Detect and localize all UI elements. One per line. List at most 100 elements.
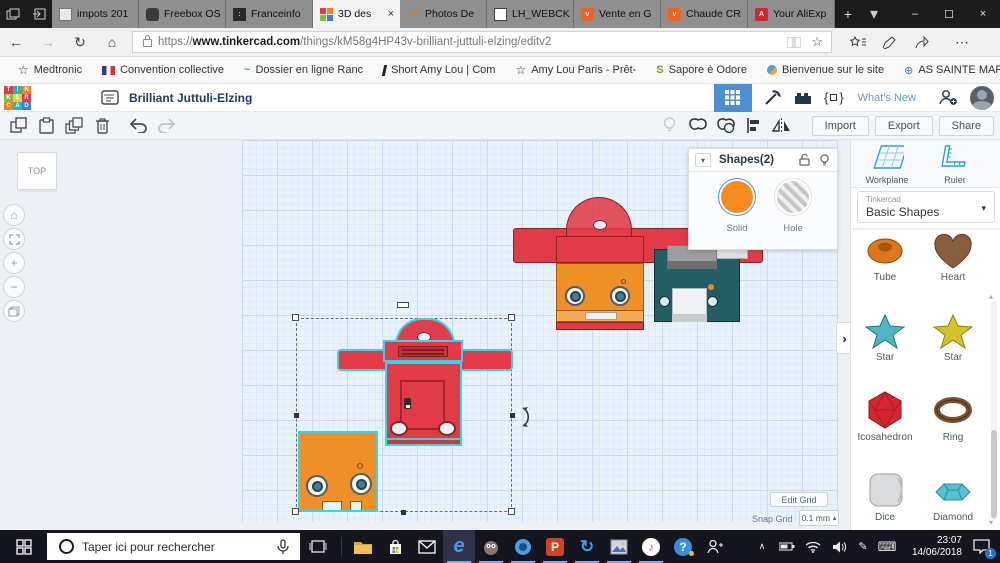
- bookmark-sapore[interactable]: SSapore è Odore: [656, 64, 747, 76]
- export-button[interactable]: Export: [875, 116, 933, 136]
- tab-preview-icon[interactable]: [26, 0, 52, 28]
- reading-view-icon[interactable]: [787, 37, 801, 48]
- shape-star-yellow[interactable]: Star: [923, 312, 983, 363]
- tab-lh-webck[interactable]: LH_WEBCK: [487, 0, 574, 28]
- scale-handle-nw[interactable]: [292, 314, 299, 321]
- bookmark-amy-lou[interactable]: ☆Amy Lou Paris - Prêt-: [515, 63, 636, 77]
- invite-person-icon[interactable]: [938, 89, 958, 106]
- fit-view-button[interactable]: [3, 228, 25, 250]
- share-icon[interactable]: [914, 36, 946, 49]
- tab-aliexpress[interactable]: AYour AliExp: [748, 0, 835, 28]
- minimize-button[interactable]: –: [898, 0, 932, 28]
- tab-vente[interactable]: vVente en G: [574, 0, 661, 28]
- selected-red-body[interactable]: [385, 362, 462, 446]
- solid-option[interactable]: Solid: [717, 181, 757, 234]
- settings-more-icon[interactable]: ⋯: [946, 34, 978, 51]
- help-icon[interactable]: ?: [667, 530, 699, 563]
- volume-icon[interactable]: [826, 530, 852, 563]
- whats-new-link[interactable]: What's New: [858, 92, 916, 104]
- scale-handle-s[interactable]: [401, 510, 406, 515]
- properties-icon[interactable]: [101, 90, 119, 105]
- undo-button[interactable]: [124, 118, 152, 133]
- align-button[interactable]: [740, 117, 768, 134]
- snap-grid-dropdown[interactable]: 0.1 mm▴: [799, 510, 839, 526]
- rotate-handle[interactable]: [520, 406, 536, 428]
- tab-close-icon[interactable]: ×: [388, 8, 394, 20]
- back-button[interactable]: ←: [0, 34, 32, 50]
- duplicate-button[interactable]: [60, 117, 88, 134]
- scale-handle-se[interactable]: [508, 508, 515, 515]
- touch-keyboard-icon[interactable]: ⌨: [874, 530, 900, 563]
- flip-mirror-button[interactable]: [768, 118, 796, 134]
- shape-library-dropdown[interactable]: Tinkercad Basic Shapes ▾: [857, 191, 995, 223]
- bookmark-medtronic[interactable]: ☆Medtronic: [18, 63, 82, 77]
- favorite-star-icon[interactable]: ☆: [811, 34, 823, 50]
- import-button[interactable]: Import: [812, 116, 869, 136]
- shape-star-teal[interactable]: Star: [855, 312, 915, 363]
- action-center-icon[interactable]: 1: [962, 530, 1000, 563]
- people-icon[interactable]: [699, 530, 731, 563]
- tinkercad-logo[interactable]: TIN KER CAD: [4, 86, 31, 110]
- scrollbar-thumb[interactable]: [991, 430, 997, 518]
- unlock-icon[interactable]: [799, 154, 810, 166]
- address-bar[interactable]: https://www.tinkercad.com/things/kM58g4H…: [132, 31, 832, 53]
- photo-viewer-icon[interactable]: [603, 530, 635, 563]
- tab-freebox[interactable]: Freebox OS: [139, 0, 226, 28]
- delete-button[interactable]: [88, 117, 116, 134]
- selected-orange-box[interactable]: [298, 431, 378, 512]
- set-tabs-aside-icon[interactable]: [0, 0, 26, 28]
- search-box[interactable]: Taper ici pour rechercher: [47, 533, 300, 560]
- view-cube[interactable]: TOP: [17, 152, 57, 190]
- scale-handle-sw[interactable]: [292, 508, 299, 515]
- bookmark-convention[interactable]: Convention collective: [102, 64, 224, 76]
- model-red-band[interactable]: [556, 236, 644, 263]
- powerpoint-icon[interactable]: P: [539, 530, 571, 563]
- tab-franceinfo[interactable]: :Franceinfo: [226, 0, 313, 28]
- file-explorer-icon[interactable]: [347, 530, 379, 563]
- panel-collapse-caret[interactable]: ▾: [695, 153, 711, 167]
- tab-3d-design-active[interactable]: 3D des ×: [313, 0, 400, 28]
- copy-button[interactable]: [4, 117, 32, 134]
- height-handle[interactable]: [397, 302, 409, 308]
- codeblocks-icon[interactable]: {}: [824, 90, 844, 105]
- avatar[interactable]: [970, 86, 994, 110]
- tab-impots[interactable]: impots 201: [52, 0, 139, 28]
- scale-handle-e[interactable]: [510, 413, 515, 418]
- bookmark-short-amy[interactable]: Short Amy Lou | Com: [383, 64, 495, 76]
- view-home-button[interactable]: ⌂: [3, 204, 25, 226]
- annotate-icon[interactable]: [882, 36, 914, 49]
- refresh-button[interactable]: ↻: [64, 34, 96, 51]
- model-orange-body[interactable]: [556, 263, 644, 322]
- clock[interactable]: 23:07 14/06/2018: [900, 535, 962, 559]
- minecraft-pickaxe-icon[interactable]: [764, 89, 782, 106]
- edit-grid-button[interactable]: Edit Grid: [770, 492, 828, 507]
- ungroup-button[interactable]: [712, 117, 740, 134]
- dashboard-grid-button[interactable]: [714, 84, 752, 112]
- hidden-icons-chevron[interactable]: ∧: [750, 530, 774, 563]
- shape-icosahedron[interactable]: Icosahedron: [855, 390, 915, 443]
- lightbulb-icon[interactable]: [820, 154, 829, 167]
- shape-dice[interactable]: Dice: [855, 470, 915, 523]
- shape-ring[interactable]: Ring: [923, 390, 983, 443]
- pen-icon[interactable]: ✎: [852, 530, 874, 563]
- wifi-icon[interactable]: [800, 530, 826, 563]
- home-button[interactable]: ⌂: [96, 34, 128, 50]
- selected-red-head[interactable]: [383, 340, 463, 362]
- scrollbar-track[interactable]: [991, 302, 997, 520]
- tab-menu-button[interactable]: ▾: [861, 0, 887, 28]
- scroll-up-icon[interactable]: ▴: [989, 292, 993, 301]
- tab-photos[interactable]: 3DPhotos De: [400, 0, 487, 28]
- model-red-base-strip[interactable]: [556, 322, 644, 330]
- perspective-toggle-button[interactable]: [3, 300, 25, 322]
- sync-icon[interactable]: ↻: [571, 530, 603, 563]
- shape-heart[interactable]: Heart: [923, 232, 983, 283]
- lego-brick-icon[interactable]: [794, 91, 812, 105]
- gimp-icon[interactable]: [475, 530, 507, 563]
- zoom-in-button[interactable]: +: [3, 252, 25, 274]
- close-button[interactable]: ×: [966, 0, 1000, 28]
- scale-handle-ne[interactable]: [508, 314, 515, 321]
- bookmark-sainte-marie[interactable]: ⊕AS SAINTE MARIE ME: [904, 64, 1000, 77]
- group-button[interactable]: [684, 117, 712, 134]
- bookmark-bienvenue[interactable]: Bienvenue sur le site: [767, 64, 884, 76]
- shape-tube[interactable]: Tube: [855, 232, 915, 283]
